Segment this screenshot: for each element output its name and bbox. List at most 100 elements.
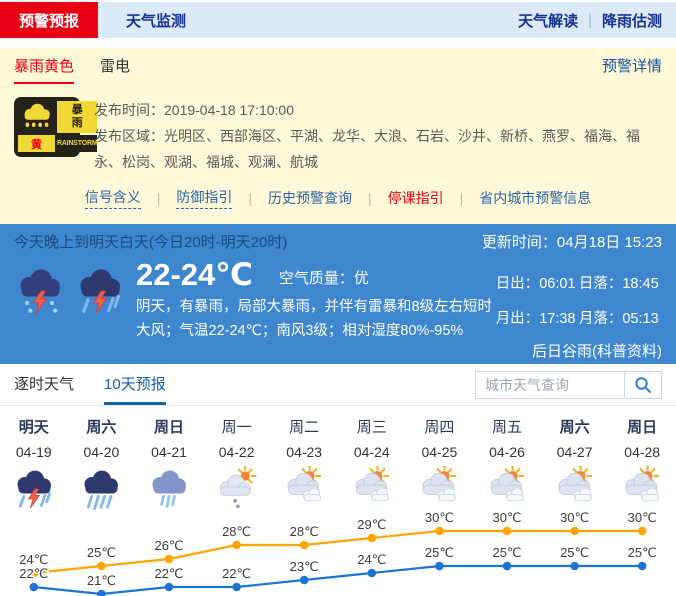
link-signal-meaning[interactable]: 信号含义 bbox=[85, 187, 141, 209]
day-date: 04-19 bbox=[0, 444, 68, 461]
svg-text:25℃: 25℃ bbox=[492, 545, 521, 560]
forecast-day[interactable]: 周日 04-28 bbox=[608, 416, 676, 510]
svg-text:24℃: 24℃ bbox=[357, 552, 386, 567]
day-name: 周六 bbox=[68, 416, 136, 434]
day-date: 04-28 bbox=[608, 444, 676, 461]
air-quality: 空气质量：优 bbox=[279, 267, 369, 292]
links-divider: | bbox=[157, 190, 161, 206]
tab-weather-monitor[interactable]: 天气监测 bbox=[98, 2, 214, 38]
warning-info: 发布时间：2019-04-18 17:10:00 发布区域：光明区、西部海区、平… bbox=[94, 97, 662, 175]
link-history-warning-query[interactable]: 历史预警查询 bbox=[268, 188, 352, 208]
forecast-day[interactable]: 周五 04-26 bbox=[473, 416, 541, 510]
forecast-day[interactable]: 周一 04-22 bbox=[203, 416, 271, 510]
current-weather-summary: 22-24℃ 空气质量：优 阴天，有暴雨，局部大暴雨，并伴有雷暴和8级左右短时大… bbox=[136, 256, 496, 338]
forecast-day[interactable]: 周六 04-27 bbox=[541, 416, 609, 510]
day-name: 明天 bbox=[0, 416, 68, 434]
svg-text:30℃: 30℃ bbox=[560, 510, 589, 525]
sunrise-time: 日出：06:01 bbox=[496, 272, 579, 293]
thunder-shower-icon bbox=[14, 264, 66, 338]
nav-links: 天气解读 | 降雨估测 bbox=[518, 2, 676, 38]
tab-hourly-weather[interactable]: 逐时天气 bbox=[14, 373, 74, 405]
day-date: 04-22 bbox=[203, 444, 271, 461]
svg-text:25℃: 25℃ bbox=[425, 545, 454, 560]
day-name: 周二 bbox=[270, 416, 338, 434]
day-name: 周日 bbox=[135, 416, 203, 434]
sunset-time: 日落：18:45 bbox=[579, 272, 662, 293]
day-name: 周六 bbox=[541, 416, 609, 434]
day-date: 04-21 bbox=[135, 444, 203, 461]
moonrise-time: 月出：17:38 bbox=[496, 307, 579, 328]
publish-time-value: 2019-04-18 17:10:00 bbox=[164, 102, 294, 118]
warning-body: 暴 雨 黄 RAINSTORM 发布时间：2019-04-18 17:10:00… bbox=[0, 84, 676, 175]
partly-cloudy-icon bbox=[406, 466, 474, 510]
current-weather-panel: 今天晚上到明天白天(今日20时-明天20时) 更新时间：04月18日 15:23… bbox=[0, 224, 676, 364]
forecast-day[interactable]: 周二04-23 bbox=[270, 416, 338, 510]
svg-text:22℃: 22℃ bbox=[154, 566, 183, 581]
publish-area-value: 光明区、西部海区、平湖、龙华、大浪、石岩、沙井、新桥、燕罗、福海、福永、松岗、观… bbox=[94, 128, 640, 170]
link-solar-term[interactable]: 后日谷雨(科普资料) bbox=[532, 343, 662, 360]
heavy-rain-icon bbox=[68, 466, 136, 510]
search-icon bbox=[633, 375, 653, 395]
forecast-period-title: 今天晚上到明天白天(今日20时-明天20时) bbox=[14, 231, 287, 252]
svg-text:24℃: 24℃ bbox=[19, 552, 48, 567]
svg-text:22℃: 22℃ bbox=[19, 566, 48, 581]
svg-text:25℃: 25℃ bbox=[628, 545, 657, 560]
sun-shower-icon bbox=[203, 466, 271, 510]
links-divider: | bbox=[248, 190, 252, 206]
links-divider: | bbox=[460, 190, 464, 206]
forecast-day[interactable]: 周日 04-21 bbox=[135, 416, 203, 510]
forecast-day[interactable]: 周四04-25 bbox=[406, 416, 474, 510]
warning-section: 暴雨黄色 雷电 预警详情 暴 雨 bbox=[0, 48, 676, 224]
partly-cloudy-icon bbox=[541, 466, 609, 510]
partly-cloudy-icon bbox=[270, 466, 338, 510]
publish-time-row: 发布时间：2019-04-18 17:10:00 bbox=[94, 97, 662, 123]
link-province-city-warnings[interactable]: 省内城市预警信息 bbox=[479, 188, 591, 208]
update-time: 更新时间：04月18日 15:23 bbox=[482, 231, 662, 252]
links-divider: | bbox=[368, 190, 372, 206]
svg-text:23℃: 23℃ bbox=[290, 559, 319, 574]
forecast-day[interactable]: 明天 04-19 bbox=[0, 416, 68, 510]
svg-text:30℃: 30℃ bbox=[425, 510, 454, 525]
top-nav: 预警预报 天气监测 天气解读 | 降雨估测 bbox=[0, 2, 676, 38]
link-weather-interpretation[interactable]: 天气解读 bbox=[518, 10, 578, 31]
svg-text:28℃: 28℃ bbox=[290, 524, 319, 539]
day-name: 周一 bbox=[203, 416, 271, 434]
city-search bbox=[475, 371, 662, 399]
link-class-suspension-guide[interactable]: 停课指引 bbox=[388, 188, 444, 208]
forecast-tabs-bar: 逐时天气 10天预报 bbox=[0, 364, 676, 406]
tab-lightning[interactable]: 雷电 bbox=[100, 55, 130, 84]
svg-text:22℃: 22℃ bbox=[222, 566, 251, 581]
day-name: 周四 bbox=[406, 416, 474, 434]
temperature-chart: 24℃25℃26℃28℃28℃29℃30℃30℃30℃30℃22℃21℃22℃2… bbox=[0, 510, 676, 596]
svg-text:25℃: 25℃ bbox=[87, 545, 116, 560]
day-date: 04-20 bbox=[68, 444, 136, 461]
tab-warning-forecast[interactable]: 预警预报 bbox=[0, 2, 98, 38]
day-date: 04-27 bbox=[541, 444, 609, 461]
moonset-time: 月落：05:13 bbox=[579, 307, 662, 328]
day-date: 04-26 bbox=[473, 444, 541, 461]
thunderstorm-icon bbox=[0, 466, 68, 510]
link-warning-detail[interactable]: 预警详情 bbox=[602, 55, 662, 84]
city-search-input[interactable] bbox=[475, 371, 625, 399]
day-name: 周三 bbox=[338, 416, 406, 434]
warning-name-label: 暴 雨 bbox=[57, 101, 97, 133]
partly-cloudy-icon bbox=[338, 466, 406, 510]
link-rain-estimate[interactable]: 降雨估测 bbox=[602, 10, 662, 31]
panel-header: 今天晚上到明天白天(今日20时-明天20时) 更新时间：04月18日 15:23 bbox=[0, 224, 676, 252]
tab-ten-day-forecast[interactable]: 10天预报 bbox=[104, 373, 166, 405]
weather-description: 阴天，有暴雨，局部大暴雨，并伴有雷暴和8级左右短时大风；气温22-24℃；南风3… bbox=[136, 295, 496, 343]
day-name: 周五 bbox=[473, 416, 541, 434]
forecast-day[interactable]: 周六 04-20 bbox=[68, 416, 136, 510]
publish-area-row: 发布区域：光明区、西部海区、平湖、龙华、大浪、石岩、沙井、新桥、燕罗、福海、福永… bbox=[94, 123, 662, 175]
partly-cloudy-icon bbox=[473, 466, 541, 510]
forecast-day[interactable]: 周三04-24 bbox=[338, 416, 406, 510]
svg-text:28℃: 28℃ bbox=[222, 524, 251, 539]
temperature-range: 22-24℃ bbox=[136, 258, 253, 292]
tab-rainstorm-yellow[interactable]: 暴雨黄色 bbox=[14, 55, 74, 84]
search-button[interactable] bbox=[624, 371, 662, 399]
rainstorm-yellow-warning-icon: 暴 雨 黄 RAINSTORM bbox=[14, 97, 80, 157]
warning-english-label: RAINSTORM bbox=[57, 135, 97, 152]
current-weather-icons bbox=[14, 256, 136, 338]
link-defense-guide[interactable]: 防御指引 bbox=[176, 187, 232, 209]
day-name: 周日 bbox=[608, 416, 676, 434]
